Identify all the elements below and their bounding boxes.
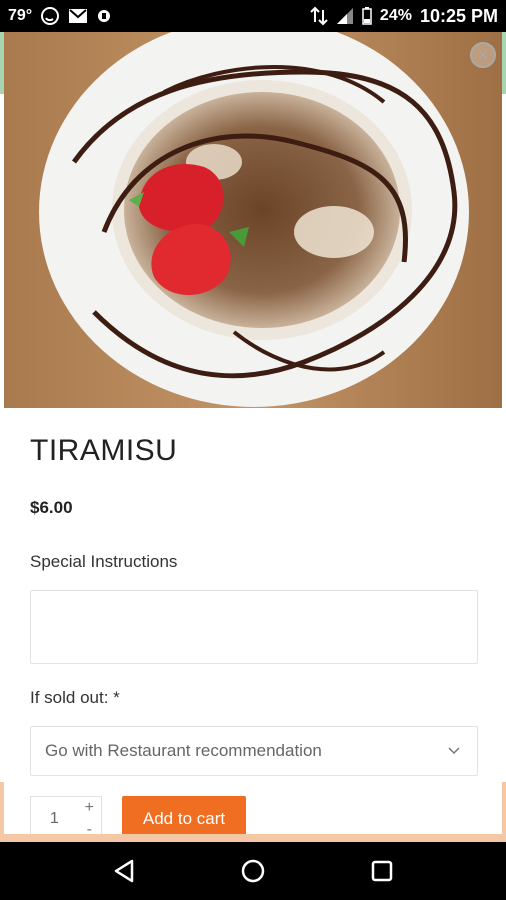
recent-apps-icon[interactable] [362,851,402,891]
special-instructions-label: Special Instructions [30,552,178,571]
required-asterisk: * [113,688,120,707]
whatsapp-icon [40,6,60,26]
quantity-controls: + - [78,797,101,834]
home-icon[interactable] [233,851,273,891]
battery-icon [362,7,372,25]
sold-out-select[interactable]: Go with Restaurant recommendation [30,726,478,776]
status-right: 24% 10:25 PM [310,6,498,27]
back-icon[interactable] [104,851,144,891]
gmail-icon [68,8,88,24]
sold-out-label: If sold out: * [30,688,120,708]
battery-percent: 24% [379,7,412,24]
product-image [4,32,502,408]
quantity-decrement-button[interactable]: - [87,819,92,834]
navigation-bar [0,842,506,900]
status-left: 79° [8,6,112,26]
signal-icon [336,7,354,25]
chevron-down-icon [445,742,463,760]
close-icon[interactable]: × [470,42,496,68]
notification-icon [96,8,112,24]
add-to-cart-button[interactable]: Add to cart [122,796,246,834]
quantity-increment-button[interactable]: + [85,797,94,819]
product-modal: × TIRAMISU $6.00 Special Instructions If… [4,32,502,834]
status-bar: 79° 24% 10:25 PM [0,0,506,32]
sold-out-selected-value: Go with Restaurant recommendation [45,741,322,760]
product-title: TIRAMISU [30,434,178,467]
quantity-value[interactable]: 1 [31,810,78,828]
special-instructions-field[interactable] [30,590,478,664]
data-transfer-icon [310,6,328,26]
clock: 10:25 PM [419,5,498,26]
temperature-text: 79° [8,7,33,24]
sold-out-label-text: If sold out: [30,688,109,707]
product-price: $6.00 [30,498,73,517]
quantity-stepper[interactable]: 1 + - [30,796,102,834]
